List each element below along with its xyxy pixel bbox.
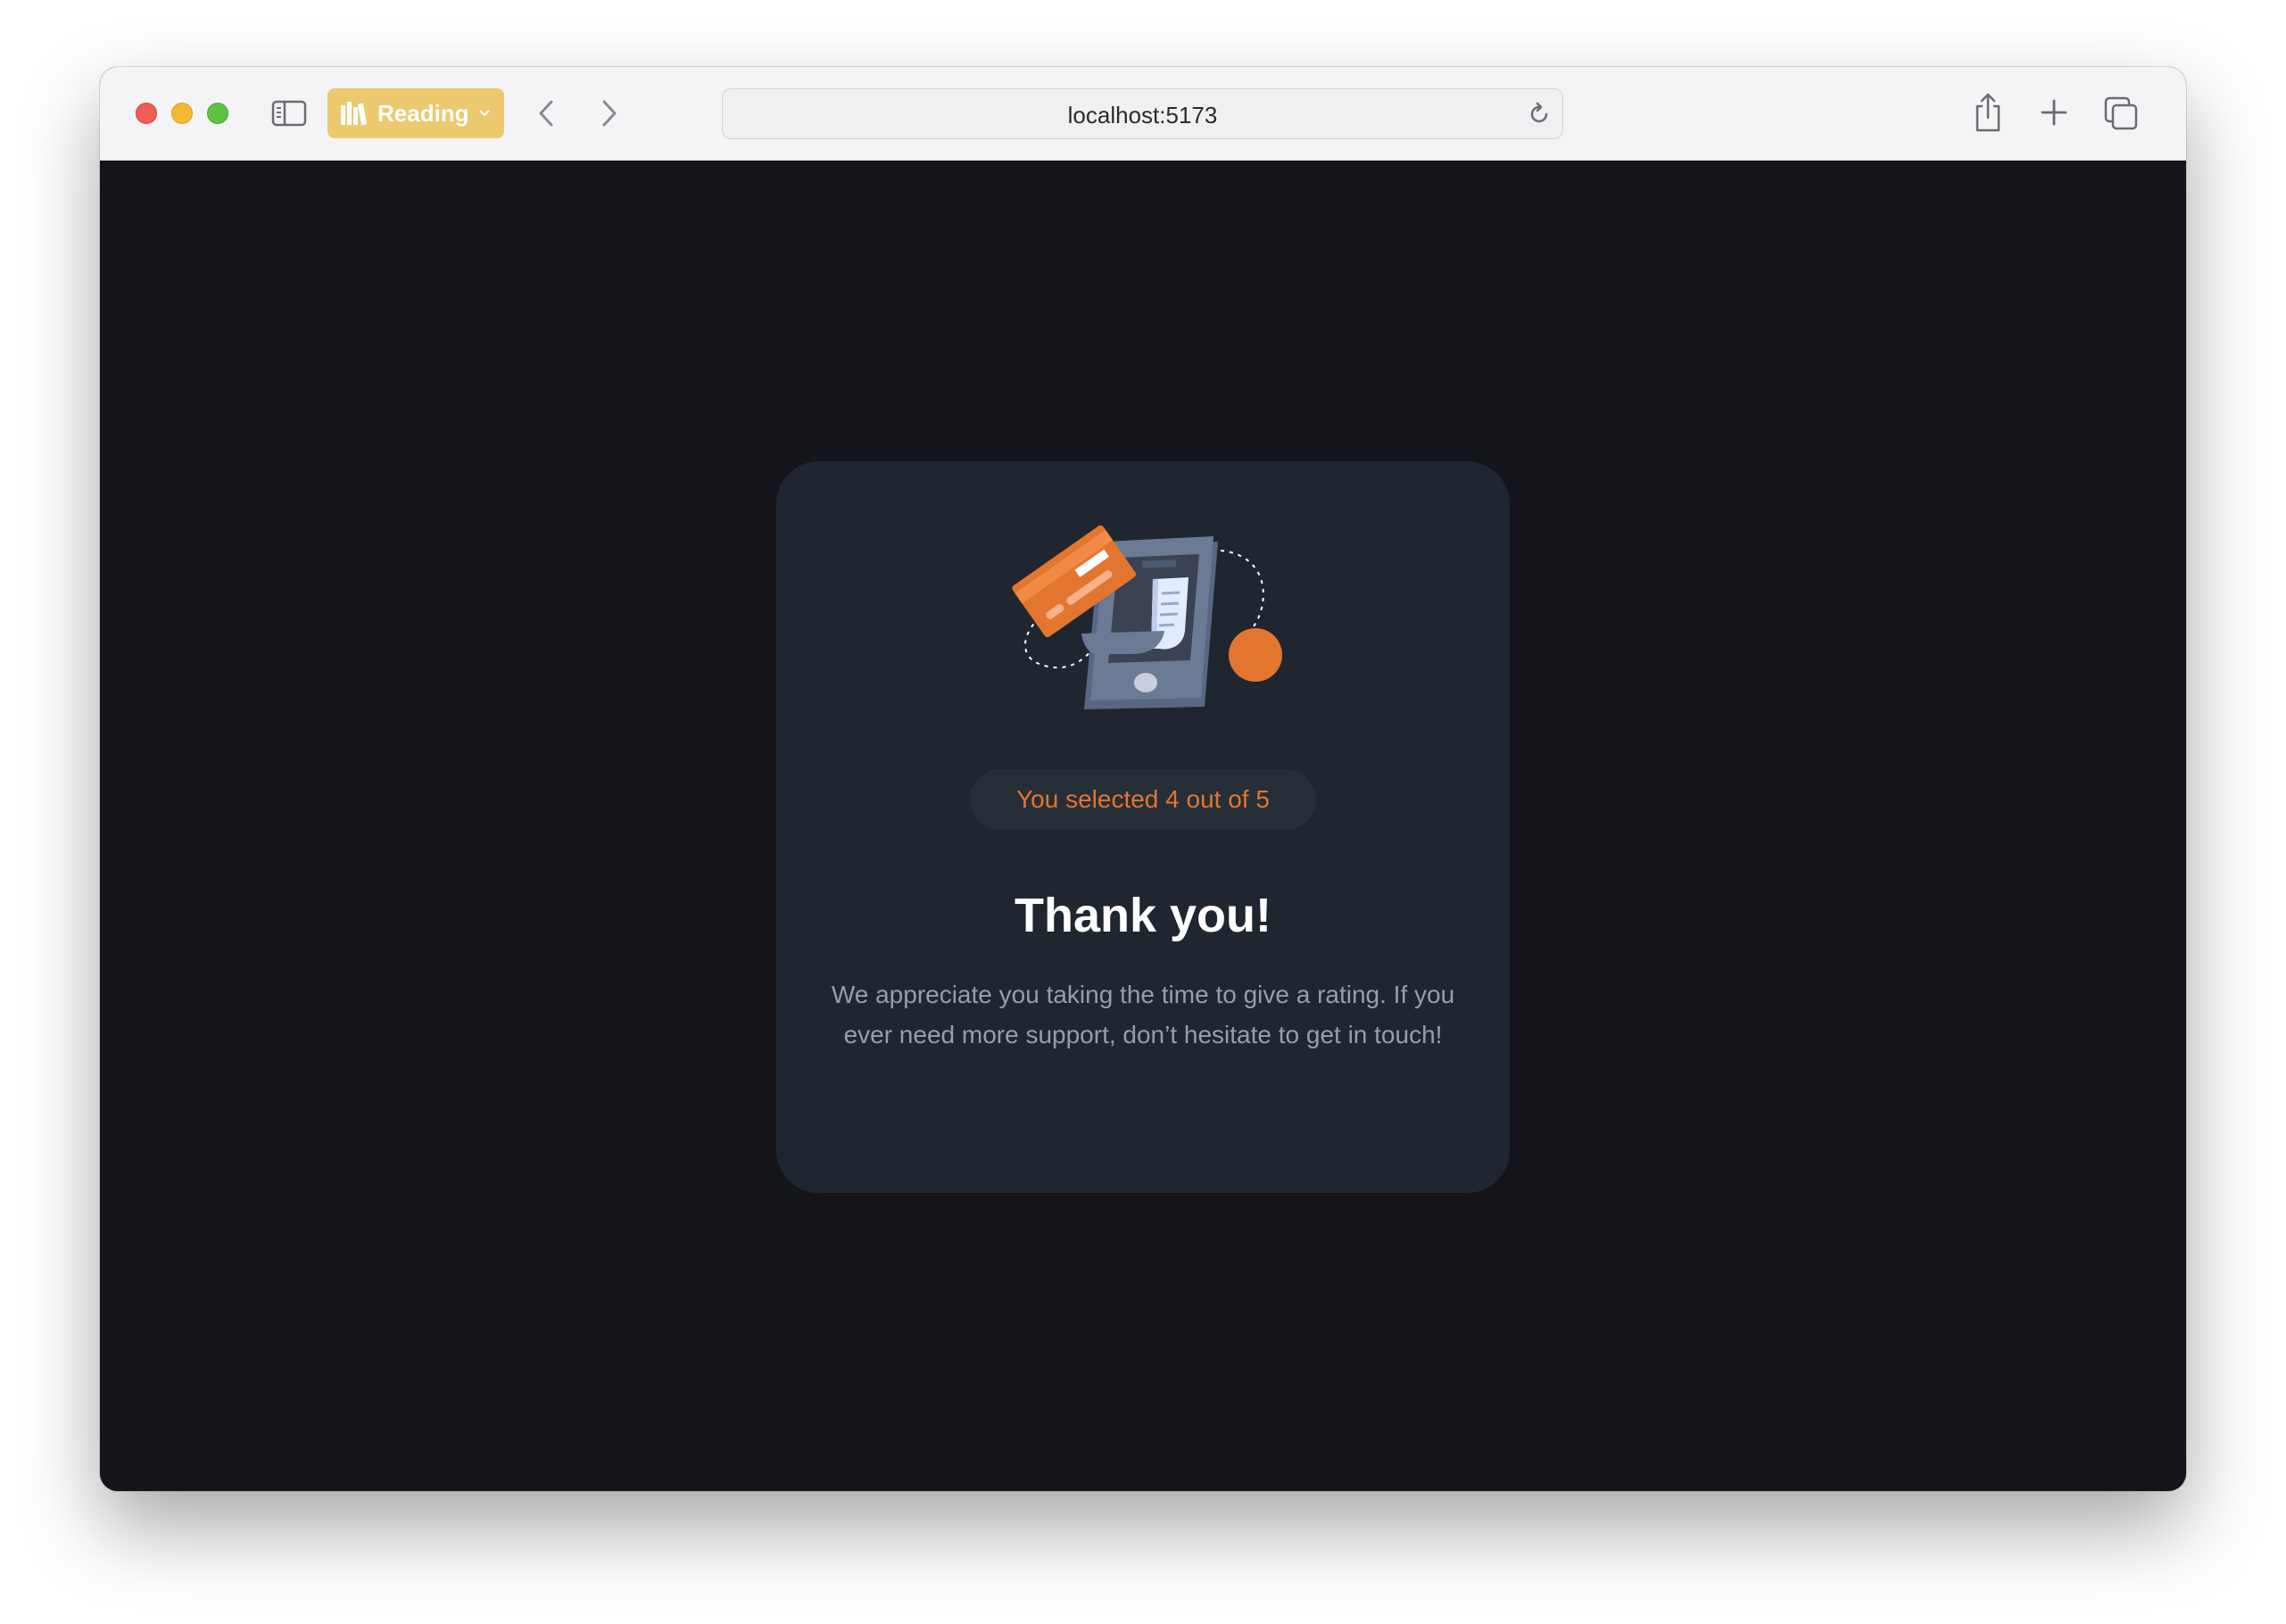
new-tab-icon	[2041, 99, 2067, 126]
thank-you-description: We appreciate you taking the time to giv…	[831, 981, 1455, 1048]
maximize-window-button[interactable]	[207, 103, 228, 124]
thank-you-title: Thank you!	[1014, 889, 1271, 942]
share-icon	[1975, 93, 2000, 132]
sidebar-icon	[271, 100, 307, 127]
forward-button[interactable]	[596, 97, 623, 129]
page-content: You selected 4 out of 5 Thank you! We ap…	[100, 161, 2186, 1491]
tabs-overview-button[interactable]	[2103, 95, 2139, 131]
sidebar-toggle-button[interactable]	[271, 99, 307, 128]
reload-icon[interactable]	[1527, 102, 1552, 127]
share-button[interactable]	[1972, 92, 2004, 133]
chevron-down-icon	[478, 110, 490, 117]
minimize-window-button[interactable]	[171, 103, 193, 124]
selected-rating-badge: You selected 4 out of 5	[970, 769, 1316, 830]
payment-illustration	[1012, 525, 1282, 709]
browser-window: Reading localhost:5173 You selected 4 ou…	[100, 67, 2186, 1491]
reading-list-icon	[341, 102, 368, 126]
tabs-overview-icon	[2104, 96, 2138, 130]
url-text: localhost:5173	[1067, 102, 1218, 128]
back-icon	[539, 100, 553, 127]
reading-list-label: Reading	[377, 99, 469, 127]
address-bar[interactable]: localhost:5173	[722, 88, 1563, 139]
close-window-button[interactable]	[136, 103, 157, 124]
back-button[interactable]	[533, 97, 559, 129]
browser-toolbar: Reading localhost:5173	[100, 67, 2186, 161]
reading-list-button[interactable]: Reading	[327, 88, 504, 138]
thank-you-card: You selected 4 out of 5 Thank you! We ap…	[776, 461, 1510, 1193]
new-tab-button[interactable]	[2039, 97, 2069, 128]
forward-icon	[602, 100, 617, 127]
